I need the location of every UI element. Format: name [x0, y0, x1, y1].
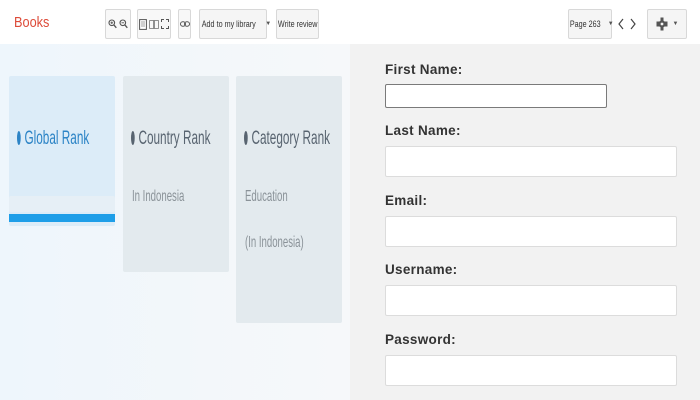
- two-page-icon[interactable]: [149, 19, 159, 30]
- category-rank-card[interactable]: Category Rank Education (In Indonesia): [236, 76, 342, 323]
- country-rank-subtitle: In Indonesia: [132, 188, 185, 205]
- email-label: Email:: [385, 193, 428, 208]
- view-mode-group: [137, 9, 171, 39]
- first-name-field[interactable]: [385, 84, 607, 108]
- books-brand[interactable]: Books: [14, 14, 49, 31]
- bullet-icon: [131, 131, 135, 145]
- single-page-icon[interactable]: [139, 18, 147, 30]
- username-label: Username:: [385, 262, 458, 277]
- rank-bar-shadow: [9, 196, 115, 212]
- chevron-right-icon: [630, 18, 636, 30]
- category-rank-subtitle: Education: [245, 188, 288, 205]
- chevron-left-icon: [617, 18, 624, 30]
- zoom-group: [105, 9, 131, 39]
- last-name-field[interactable]: [385, 146, 677, 177]
- site-rank-panel: Global Rank Country Rank In Indonesia Ca…: [0, 44, 350, 400]
- password-label: Password:: [385, 332, 456, 347]
- category-rank-region: (In Indonesia): [245, 234, 304, 251]
- zoom-out-icon[interactable]: [119, 19, 128, 29]
- registration-form: First Name: Last Name: Email: Username: …: [350, 44, 700, 400]
- next-page-button[interactable]: [626, 9, 639, 39]
- books-toolbar: Books Add to my library ▼ Write review P…: [0, 0, 700, 44]
- bullet-icon: [17, 131, 21, 145]
- link-button[interactable]: [178, 9, 191, 39]
- page-selector[interactable]: Page 263 ▼: [568, 9, 614, 39]
- chevron-down-icon: ▼: [672, 21, 679, 27]
- gear-icon: [656, 17, 668, 31]
- write-review-label: Write review: [277, 19, 318, 29]
- email-field[interactable]: [385, 216, 677, 247]
- chevron-down-icon: ▼: [607, 21, 614, 27]
- last-name-label: Last Name:: [385, 123, 461, 138]
- country-rank-card[interactable]: Country Rank In Indonesia: [123, 76, 229, 272]
- global-rank-active-bar: [9, 214, 115, 222]
- first-name-label: First Name:: [385, 62, 463, 77]
- add-to-library-button[interactable]: Add to my library ▼: [199, 9, 271, 39]
- settings-button[interactable]: ▼: [647, 9, 687, 39]
- bullet-icon: [244, 131, 248, 145]
- fullscreen-icon[interactable]: [161, 19, 169, 29]
- chevron-down-icon: ▼: [265, 21, 272, 27]
- category-rank-title: Category Rank: [244, 128, 330, 150]
- page-label: Page 263: [570, 19, 601, 29]
- add-to-library-label: Add to my library: [201, 19, 256, 29]
- username-field[interactable]: [385, 285, 677, 316]
- password-field[interactable]: [385, 355, 677, 386]
- write-review-button[interactable]: Write review: [276, 9, 319, 39]
- global-rank-card[interactable]: Global Rank: [9, 76, 115, 226]
- zoom-in-icon[interactable]: [108, 19, 117, 29]
- global-rank-title: Global Rank: [17, 128, 89, 150]
- link-icon: [179, 21, 190, 27]
- country-rank-title: Country Rank: [131, 128, 210, 150]
